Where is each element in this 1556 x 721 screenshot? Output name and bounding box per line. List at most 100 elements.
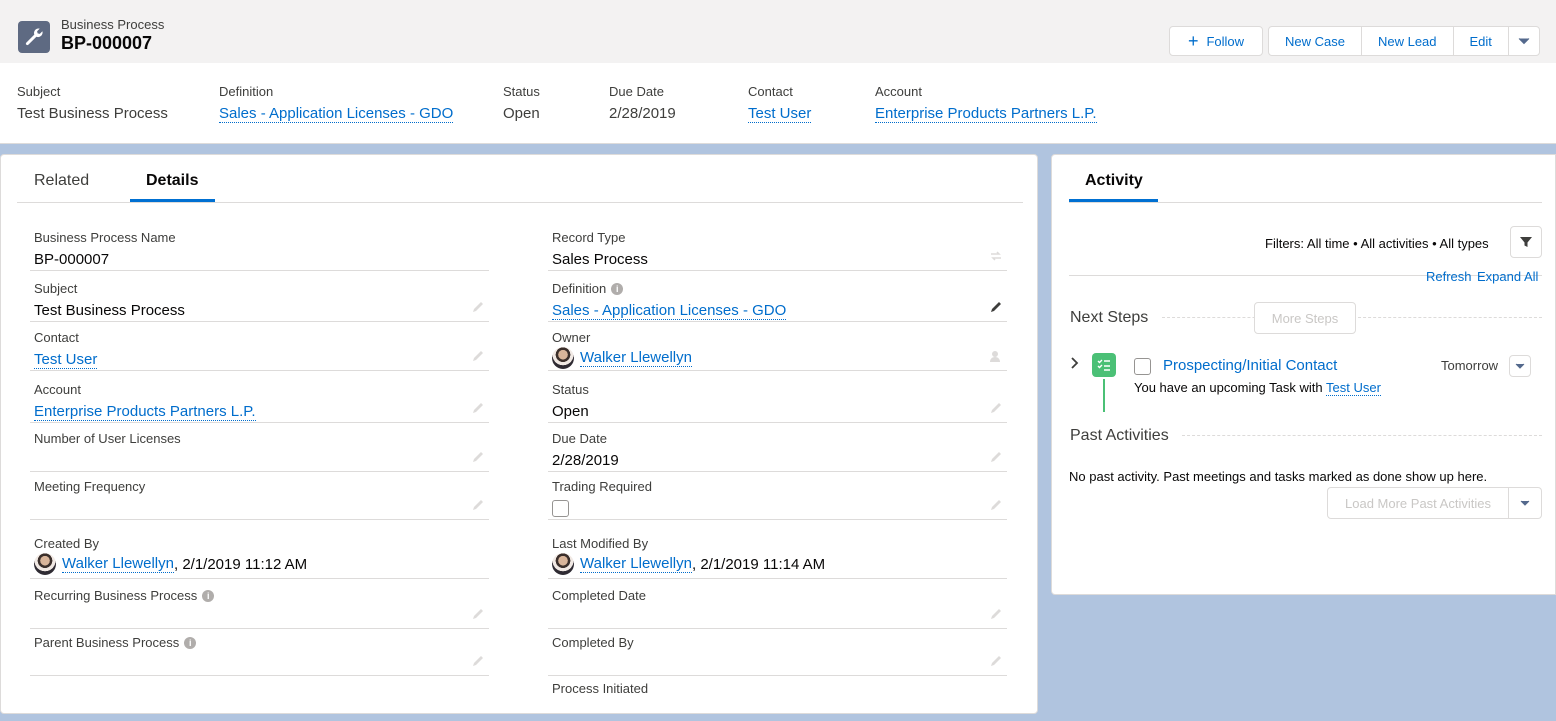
pencil-icon[interactable]	[471, 607, 485, 621]
task-menu-button[interactable]	[1509, 355, 1531, 377]
pencil-icon[interactable]	[989, 607, 1003, 621]
field-label: Due Date	[552, 431, 607, 446]
chevron-right-icon[interactable]	[1069, 355, 1081, 371]
field-label: Created By	[34, 536, 100, 551]
follow-button[interactable]: + Follow	[1169, 26, 1263, 56]
pencil-icon[interactable]	[471, 498, 485, 512]
tab-divider	[1069, 202, 1542, 203]
pencil-icon[interactable]	[471, 450, 485, 464]
edit-button[interactable]: Edit	[1452, 26, 1509, 56]
record-tabs: Related Details	[17, 155, 1023, 203]
field-label: Contact	[34, 330, 79, 345]
pencil-icon[interactable]	[471, 401, 485, 415]
trading-required-checkbox[interactable]	[552, 500, 569, 517]
highlight-due-date: Due Date 2/28/2019	[609, 84, 676, 122]
avatar	[552, 347, 574, 369]
field-process-initiated: Process Initiated	[548, 673, 1007, 721]
field-label: Completed Date	[552, 588, 646, 603]
pencil-icon[interactable]	[471, 349, 485, 363]
field-subject: Subject Test Business Process	[30, 273, 489, 322]
task-description: You have an upcoming Task with Test User	[1134, 380, 1381, 396]
created-date: , 2/1/2019 11:12 AM	[173, 555, 308, 573]
contact-link[interactable]: Test User	[34, 351, 98, 369]
field-definition: Definition i Sales - Application Licenses…	[548, 273, 1007, 322]
field-value: Sales Process	[552, 251, 648, 268]
field-value: Test Business Process	[34, 302, 185, 319]
past-activities-heading: Past Activities	[1070, 427, 1169, 444]
more-steps-button[interactable]: More Steps	[1254, 302, 1356, 334]
field-label: Account	[34, 382, 81, 397]
avatar	[552, 553, 574, 575]
chevron-down-icon	[1520, 500, 1530, 506]
expand-all-link[interactable]: Expand All	[1477, 269, 1538, 284]
plus-icon: +	[1187, 31, 1199, 51]
pencil-icon[interactable]	[471, 654, 485, 668]
field-label: Completed By	[552, 635, 634, 650]
load-more-menu-button[interactable]	[1509, 487, 1542, 519]
field-label: Recurring Business Process	[34, 588, 198, 603]
field-label: Business Process Name	[34, 230, 176, 245]
highlight-value: 2/28/2019	[609, 105, 676, 122]
change-record-type-icon[interactable]	[989, 249, 1003, 263]
chevron-down-icon	[1515, 363, 1525, 369]
field-created-by: Created By Walker Llewellyn , 2/1/2019 1…	[30, 528, 489, 579]
account-link[interactable]: Enterprise Products Partners L.P.	[34, 403, 256, 421]
filter-icon	[1520, 237, 1532, 247]
info-icon[interactable]: i	[611, 282, 624, 295]
pencil-icon[interactable]	[989, 401, 1003, 415]
highlight-label: Contact	[748, 84, 793, 99]
highlight-label: Account	[875, 84, 922, 99]
field-completed-date: Completed Date	[548, 580, 1007, 629]
refresh-link[interactable]: Refresh	[1426, 269, 1472, 284]
follow-label: Follow	[1206, 33, 1245, 49]
info-icon[interactable]: i	[202, 589, 215, 602]
next-steps-heading: Next Steps	[1070, 309, 1149, 326]
pencil-icon[interactable]	[989, 300, 1003, 314]
task-title-link[interactable]: Prospecting/Initial Contact	[1163, 357, 1337, 374]
load-more-past-activities-button[interactable]: Load More Past Activities	[1327, 487, 1509, 519]
field-contact: Contact Test User	[30, 322, 489, 371]
highlight-label: Status	[503, 84, 540, 99]
new-case-button[interactable]: New Case	[1268, 26, 1362, 56]
definition-link[interactable]: Sales - Application Licenses - GDO	[219, 105, 454, 123]
highlight-value: Test Business Process	[17, 105, 168, 122]
info-icon[interactable]: i	[184, 636, 197, 649]
account-link[interactable]: Enterprise Products Partners L.P.	[875, 105, 1097, 123]
pencil-icon[interactable]	[471, 300, 485, 314]
task-contact-link[interactable]: Test User	[1326, 380, 1381, 396]
field-account: Account Enterprise Products Partners L.P…	[30, 374, 489, 423]
section-divider	[1182, 435, 1542, 436]
more-actions-button[interactable]	[1507, 26, 1540, 56]
user-link[interactable]: Walker Llewellyn	[580, 555, 692, 573]
activity-card: Activity Filters: All time • All activit…	[1051, 154, 1556, 595]
filter-button[interactable]	[1510, 226, 1542, 258]
field-number-of-user-licenses: Number of User Licenses	[30, 423, 489, 472]
contact-link[interactable]: Test User	[748, 105, 812, 123]
field-label: Last Modified By	[552, 536, 649, 551]
task-complete-checkbox[interactable]	[1134, 358, 1151, 375]
pencil-icon[interactable]	[989, 450, 1003, 464]
field-trading-required: Trading Required	[548, 471, 1007, 520]
task-due-date: Tomorrow	[1441, 358, 1499, 373]
avatar	[34, 553, 56, 575]
field-last-modified-by: Last Modified By Walker Llewellyn , 2/1/…	[548, 528, 1007, 579]
load-more-group: Load More Past Activities	[1327, 487, 1542, 519]
user-link[interactable]: Walker Llewellyn	[62, 555, 174, 573]
pencil-icon[interactable]	[989, 654, 1003, 668]
pencil-icon[interactable]	[989, 498, 1003, 512]
field-label: Number of User Licenses	[34, 431, 181, 446]
details-card: Related Details Business Process Name BP…	[0, 154, 1038, 714]
definition-link[interactable]: Sales - Application Licenses - GDO	[552, 302, 787, 320]
field-label: Record Type	[552, 230, 626, 245]
tab-details[interactable]: Details	[146, 172, 198, 190]
tab-related[interactable]: Related	[34, 172, 89, 190]
field-parent-business-process: Parent Business Process i	[30, 627, 489, 676]
wrench-icon	[18, 21, 50, 53]
field-meeting-frequency: Meeting Frequency	[30, 471, 489, 520]
owner-link[interactable]: Walker Llewellyn	[580, 349, 692, 367]
highlight-value: Open	[503, 105, 540, 122]
new-lead-button[interactable]: New Lead	[1360, 26, 1454, 56]
change-owner-icon[interactable]	[989, 349, 1003, 363]
field-label: Trading Required	[552, 479, 652, 494]
tab-activity[interactable]: Activity	[1085, 172, 1143, 190]
